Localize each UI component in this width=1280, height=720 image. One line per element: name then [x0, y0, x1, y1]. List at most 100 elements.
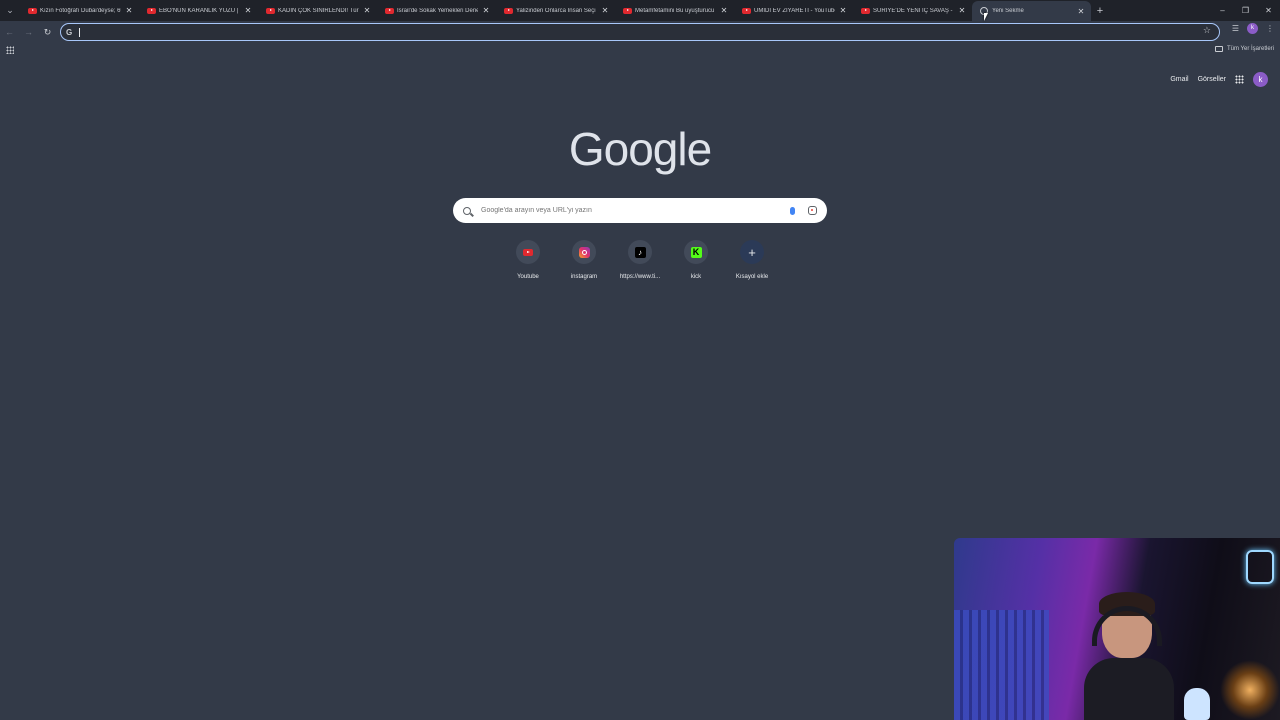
forward-icon[interactable]: → — [19, 27, 38, 37]
kick-icon: K — [690, 246, 702, 258]
search-icon — [463, 206, 471, 215]
shortcut-tiktok[interactable]: ♪ https://www.ti... — [612, 240, 668, 280]
tab-active[interactable]: Yeni Sekme ✕ — [972, 1, 1091, 21]
media-controls-icon[interactable]: ☰ — [1232, 24, 1239, 33]
tab-title: ÜMİDİ EV ZİYARETİ - YouTube — [754, 7, 835, 14]
youtube-icon — [504, 7, 513, 14]
plus-icon: + — [1096, 4, 1104, 17]
folder-icon — [1214, 46, 1223, 52]
profile-avatar[interactable]: k — [1247, 23, 1258, 34]
close-icon[interactable]: ✕ — [601, 6, 609, 15]
back-icon[interactable]: ← — [0, 27, 19, 37]
toolbar-right: ☰ k ⋮ — [1232, 23, 1274, 34]
close-icon[interactable]: ✕ — [363, 6, 371, 15]
images-link[interactable]: Görseller — [1198, 76, 1226, 83]
tab-title: Yalizinden Onlarca İnsan Seçi ( — [516, 7, 597, 14]
microphone-icon[interactable] — [790, 206, 795, 215]
new-tab-button[interactable]: + — [1091, 5, 1109, 17]
shortcut-youtube[interactable]: Youtube — [500, 240, 556, 280]
shortcut-tile: + — [740, 240, 764, 264]
youtube-icon — [623, 7, 632, 14]
search-input[interactable] — [481, 207, 790, 214]
shortcut-tile: K — [684, 240, 708, 264]
youtube-icon — [742, 7, 751, 14]
search-box[interactable] — [453, 198, 827, 223]
shortcut-label: kick — [690, 274, 702, 280]
google-logo: Google — [568, 123, 712, 175]
restore-icon[interactable]: ❐ — [1234, 0, 1257, 21]
close-window-icon[interactable]: ✕ — [1257, 0, 1280, 21]
tiktok-icon: ♪ — [634, 246, 646, 258]
city-backdrop — [954, 610, 1049, 720]
tab-title: SURİYE'DE YENİ İÇ SAVAŞ - Yo — [873, 7, 954, 14]
all-bookmarks-label: Tüm Yer İşaretleri — [1226, 46, 1274, 52]
youtube-icon — [28, 7, 37, 14]
neon-sign — [1246, 550, 1274, 584]
chevron-down-icon: ⌄ — [6, 5, 14, 15]
tab[interactable]: Metamfetamini Bu uyuşturucu ✕ — [615, 1, 734, 20]
shortcut-kick[interactable]: K kick — [668, 240, 724, 280]
close-icon[interactable]: ✕ — [244, 6, 252, 15]
google-g-icon: G — [66, 27, 73, 37]
tab[interactable]: Yalizinden Onlarca İnsan Seçi ( ✕ — [496, 1, 615, 20]
streamer-body — [1084, 658, 1174, 720]
apps-grid-icon[interactable] — [6, 46, 14, 54]
shortcut-instagram[interactable]: instagram — [556, 240, 612, 280]
shortcut-tile: ♪ — [628, 240, 652, 264]
youtube-icon — [147, 7, 156, 14]
youtube-icon — [861, 7, 870, 14]
menu-kebab-icon[interactable]: ⋮ — [1266, 24, 1274, 33]
tab-search-button[interactable]: ⌄ — [0, 1, 20, 21]
webcam-overlay — [954, 538, 1280, 720]
youtube-icon — [385, 7, 394, 14]
tab-title: Kızın Fotoğrafı Dubai'deyse; 69 — [40, 7, 121, 14]
google-lens-icon[interactable] — [808, 206, 817, 215]
tab[interactable]: İsrail'de Sokak Yemekleri Dene ✕ — [377, 1, 496, 20]
close-icon[interactable]: ✕ — [125, 6, 133, 15]
toolbar: ← → ↻ G ☆ ☰ k ⋮ — [0, 21, 1280, 43]
close-icon[interactable]: ✕ — [958, 6, 966, 15]
shortcut-label: instagram — [570, 274, 598, 280]
lamp-glow — [1220, 660, 1280, 720]
address-bar[interactable]: G ☆ — [60, 23, 1220, 41]
google-apps-icon[interactable] — [1235, 75, 1244, 84]
mouse-cursor — [984, 13, 988, 21]
tab-title: KADIN ÇOK SİNİRLENDİ! Türkiy — [278, 7, 359, 14]
shortcut-label: Kısayol ekle — [735, 274, 769, 280]
tab[interactable]: ÜMİDİ EV ZİYARETİ - YouTube ✕ — [734, 1, 853, 20]
shortcut-label: https://www.ti... — [619, 274, 661, 280]
shortcuts-row: Youtube instagram ♪ https://www.ti... K … — [500, 240, 780, 280]
google-header-links: Gmail Görseller k — [1170, 72, 1268, 87]
reload-icon[interactable]: ↻ — [38, 27, 57, 38]
tab-title: Yeni Sekme — [992, 8, 1024, 14]
text-caret — [79, 27, 80, 37]
shortcut-label: Youtube — [517, 274, 539, 280]
close-icon[interactable]: ✕ — [839, 6, 847, 15]
instagram-icon — [578, 246, 590, 258]
bookmarks-bar: Tüm Yer İşaretleri — [0, 43, 1280, 59]
tab[interactable]: KADIN ÇOK SİNİRLENDİ! Türkiy ✕ — [258, 1, 377, 20]
plus-icon: + — [748, 244, 756, 260]
add-shortcut-button[interactable]: + Kısayol ekle — [724, 240, 780, 280]
tab-title: Metamfetamini Bu uyuşturucu — [635, 7, 715, 14]
tab-title: İsrail'de Sokak Yemekleri Dene — [397, 7, 478, 14]
google-account-avatar[interactable]: k — [1253, 72, 1268, 87]
desk-lamp — [1184, 688, 1210, 720]
all-bookmarks-button[interactable]: Tüm Yer İşaretleri — [1214, 46, 1274, 52]
youtube-icon — [266, 7, 275, 14]
close-icon[interactable]: ✕ — [482, 6, 490, 15]
tab[interactable]: SURİYE'DE YENİ İÇ SAVAŞ - Yo ✕ — [853, 1, 972, 20]
shortcut-tile — [572, 240, 596, 264]
tab[interactable]: EBO'NUN KARANLIK YÜZÜ | Te ✕ — [139, 1, 258, 20]
gmail-link[interactable]: Gmail — [1170, 76, 1188, 83]
tab[interactable]: Kızın Fotoğrafı Dubai'deyse; 69 ✕ — [20, 1, 139, 20]
minimize-icon[interactable]: – — [1211, 0, 1234, 21]
shortcut-tile — [516, 240, 540, 264]
tab-title: EBO'NUN KARANLIK YÜZÜ | Te — [159, 7, 240, 14]
tab-strip: ⌄ Kızın Fotoğrafı Dubai'deyse; 69 ✕ EBO'N… — [0, 0, 1280, 21]
bookmark-star-icon[interactable]: ☆ — [1203, 25, 1211, 36]
youtube-icon — [523, 248, 533, 256]
streamer — [1084, 592, 1174, 720]
close-icon[interactable]: ✕ — [1077, 7, 1085, 16]
close-icon[interactable]: ✕ — [720, 6, 728, 15]
